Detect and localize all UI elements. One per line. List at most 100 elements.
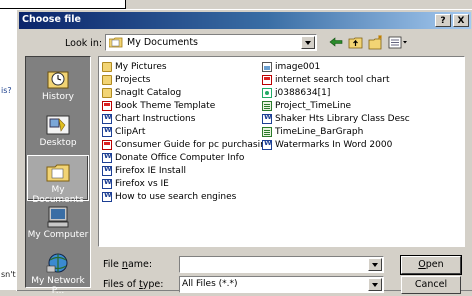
folder-icon <box>102 87 112 98</box>
pdf-file-icon <box>102 139 112 150</box>
place-label: My Computer <box>27 230 89 240</box>
file-name: ClipArt <box>115 126 146 137</box>
file-list-item[interactable]: Consumer Guide for pc purchasing <box>102 138 272 151</box>
place-desktop[interactable]: Desktop <box>27 109 89 155</box>
look-in-label: Look in: <box>65 38 103 49</box>
file-name: Project_TimeLine <box>275 100 352 111</box>
new-folder-icon[interactable] <box>367 34 385 51</box>
chevron-down-icon[interactable] <box>368 258 382 271</box>
back-arrow-icon[interactable] <box>327 34 345 51</box>
place-label: History <box>41 92 75 102</box>
place-history[interactable]: History <box>27 63 89 109</box>
file-type-dropdown[interactable]: All Files (*.*) <box>179 276 384 293</box>
file-list-item[interactable]: Shaker Hts Library Class Desc <box>262 112 410 125</box>
dialog-title: Choose file <box>22 14 81 25</box>
file-list-item[interactable]: Watermarks In Word 2000 <box>262 138 410 151</box>
doc-file-icon <box>102 178 112 189</box>
button-accelerator: O <box>418 259 426 270</box>
doc-file-icon <box>262 139 272 150</box>
background-window-top <box>0 0 126 9</box>
look-in-value: My Documents <box>127 37 199 48</box>
file-name: Donate Office Computer Info <box>115 152 245 163</box>
file-list-item[interactable]: ClipArt <box>102 125 272 138</box>
folder-icon <box>102 61 112 72</box>
file-type-label: Files of type: <box>103 279 163 290</box>
cancel-button[interactable]: Cancel <box>401 276 461 294</box>
file-name: My Pictures <box>115 61 167 72</box>
file-name: TimeLine_BarGraph <box>275 126 364 137</box>
label-text: ype: <box>142 279 164 290</box>
places-bar: History Desktop My Documents My Computer… <box>25 56 91 296</box>
file-list-item[interactable]: image001 <box>262 60 410 73</box>
chevron-down-icon[interactable] <box>368 278 382 291</box>
file-list-column: My Pictures Projects SnagIt Catalog Book Th… <box>102 60 272 203</box>
up-folder-icon[interactable] <box>347 34 365 51</box>
file-name: Shaker Hts Library Class Desc <box>275 113 410 124</box>
file-list-item[interactable]: Project_TimeLine <box>262 99 410 112</box>
title-bar[interactable]: Choose file ? X <box>19 12 471 29</box>
place-my-network-places[interactable]: My Network P... <box>27 247 89 296</box>
file-name: Firefox vs IE <box>115 178 169 189</box>
gif-file-icon <box>262 87 272 98</box>
chevron-down-icon[interactable] <box>301 36 315 49</box>
file-name-label: File name: <box>103 259 152 270</box>
place-label: Desktop <box>39 138 77 148</box>
file-list-item[interactable]: Donate Office Computer Info <box>102 151 272 164</box>
choose-file-dialog: Choose file ? X Look in: My Documents Hi… <box>16 9 472 296</box>
doc-file-icon <box>262 113 272 124</box>
file-name: Firefox IE Install <box>115 165 186 176</box>
file-list-item[interactable]: Firefox vs IE <box>102 177 272 190</box>
my-documents-icon <box>46 164 70 182</box>
file-list-item[interactable]: Book Theme Template <box>102 99 272 112</box>
look-in-dropdown[interactable]: My Documents <box>105 34 317 51</box>
background-text: sn't <box>1 270 16 279</box>
file-type-value: All Files (*.*) <box>182 279 238 289</box>
file-list-item[interactable]: SnagIt Catalog <box>102 86 272 99</box>
file-list-item[interactable]: TimeLine_BarGraph <box>262 125 410 138</box>
my-documents-icon <box>109 37 123 48</box>
folder-icon <box>102 74 112 85</box>
file-name: Book Theme Template <box>115 100 216 111</box>
doc-file-icon <box>102 113 112 124</box>
place-my-documents[interactable]: My Documents <box>27 155 89 205</box>
file-name: How to use search engines <box>115 191 237 202</box>
file-name: image001 <box>275 61 321 72</box>
file-name: internet search tool chart <box>275 74 390 85</box>
file-list-item[interactable]: Projects <box>102 73 272 86</box>
file-list-item[interactable]: j0388634[1] <box>262 86 410 99</box>
doc-file-icon <box>102 126 112 137</box>
file-list-item[interactable]: Chart Instructions <box>102 112 272 125</box>
close-button[interactable]: X <box>453 14 469 27</box>
my-network-places-icon <box>46 253 68 273</box>
doc-file-icon <box>102 165 112 176</box>
label-text: File <box>103 259 122 270</box>
pdf-file-icon <box>102 100 112 111</box>
file-name: Consumer Guide for pc purchasing <box>115 139 272 150</box>
file-name-input[interactable] <box>179 256 384 273</box>
file-list-item[interactable]: internet search tool chart <box>262 73 410 86</box>
place-my-computer[interactable]: My Computer <box>27 201 89 247</box>
file-name: Watermarks In Word 2000 <box>275 139 393 150</box>
file-name: SnagIt Catalog <box>115 87 182 98</box>
file-name: Chart Instructions <box>115 113 196 124</box>
views-menu-icon[interactable] <box>387 34 409 51</box>
file-list-column: image001 internet search tool chart j03886… <box>262 60 410 151</box>
open-button[interactable]: Open <box>400 255 462 275</box>
help-button[interactable]: ? <box>435 14 451 27</box>
file-list[interactable]: My Pictures Projects SnagIt Catalog Book Th… <box>98 56 465 247</box>
img-file-icon <box>262 61 272 72</box>
file-name: j0388634[1] <box>275 87 331 98</box>
file-list-item[interactable]: Firefox IE Install <box>102 164 272 177</box>
proj-file-icon <box>262 100 272 111</box>
file-name: Projects <box>115 74 151 85</box>
proj-file-icon <box>262 126 272 137</box>
desktop-icon <box>46 115 70 135</box>
file-list-item[interactable]: How to use search engines <box>102 190 272 203</box>
doc-file-icon <box>102 152 112 163</box>
pdf-file-icon <box>262 74 272 85</box>
label-text: Files of <box>103 279 140 290</box>
label-text: ame: <box>127 259 153 270</box>
place-label: My Network P... <box>31 276 85 296</box>
my-computer-icon <box>47 206 69 228</box>
file-list-item[interactable]: My Pictures <box>102 60 272 73</box>
